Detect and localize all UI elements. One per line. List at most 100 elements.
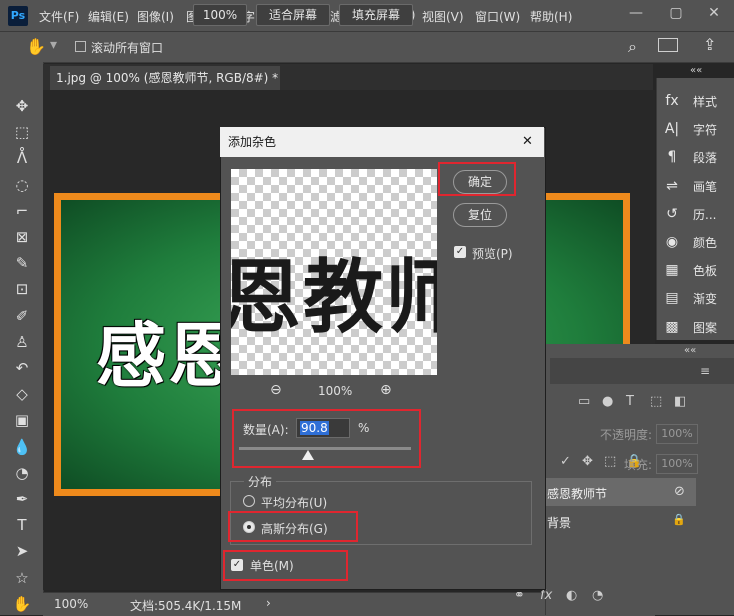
menu-item[interactable]: 图像(I) [137, 8, 174, 25]
panel-item[interactable]: ◉ 颜色 [663, 232, 729, 252]
preview-zoom-value: 100% [318, 384, 353, 398]
scroll-all-label: 滚动所有窗口 [91, 41, 164, 55]
quick-select-tool-icon[interactable]: ◌ [10, 175, 34, 195]
collapse-icon[interactable]: «« [690, 65, 702, 76]
panel-icon: ▦ [665, 262, 679, 279]
healing-tool-icon[interactable]: ⊡ [10, 279, 34, 299]
frame-tool-icon[interactable]: ⊠ [10, 227, 34, 247]
layer-effects-icon[interactable]: ⊘ [674, 484, 685, 499]
maximize-button[interactable]: ▢ [668, 5, 684, 21]
preview-text: 恩教师 [231, 251, 437, 344]
panel-item[interactable]: A| 字符 [663, 119, 729, 139]
ok-button[interactable]: 确定 [453, 170, 507, 194]
panel-item[interactable]: ▩ 图案 [663, 317, 729, 337]
layer-name: 感恩教师节 [547, 487, 608, 501]
status-doc-size: 文档:505.4K/1.15M [130, 599, 242, 613]
panel-label: 渐变 [693, 292, 718, 307]
menu-item[interactable]: 编辑(E) [88, 8, 129, 25]
panel-icon: ▩ [665, 318, 679, 335]
minimize-button[interactable]: — [628, 5, 644, 21]
panel-label: 样式 [693, 95, 718, 109]
dialog-close-button[interactable]: ✕ [522, 134, 533, 149]
fill-screen-button[interactable]: 填充屏幕 [339, 4, 413, 26]
collapse-icon[interactable]: «« [684, 345, 696, 356]
panel-label: 历... [693, 207, 717, 222]
blur-tool-icon[interactable]: 💧 [10, 437, 34, 457]
scroll-all-checkbox[interactable] [75, 41, 86, 52]
share-icon[interactable]: ⇪ [703, 35, 716, 54]
panel-label: 色板 [693, 264, 718, 279]
amount-unit: % [358, 421, 370, 435]
menu-item[interactable]: 视图(V) [422, 8, 464, 25]
zoom-field[interactable]: 100% [193, 4, 247, 26]
amount-slider-track[interactable] [239, 447, 411, 450]
status-arrow[interactable]: › [266, 596, 271, 610]
search-icon[interactable]: ⌕ [628, 37, 637, 57]
panel-item[interactable]: ▦ 色板 [663, 260, 729, 280]
move-tool-icon[interactable]: ✥ [10, 96, 34, 116]
panel-item[interactable]: fx 样式 [663, 91, 729, 111]
panel-label: 图案 [693, 320, 718, 335]
brush-tool-icon[interactable]: ✐ [10, 306, 34, 326]
hand-tool-icon[interactable]: ✋ [10, 594, 34, 614]
eyedropper-tool-icon[interactable]: ✎ [10, 253, 34, 273]
panel-icon: ¶ [667, 149, 677, 166]
menu-item[interactable]: 帮助(H) [530, 8, 572, 25]
gradient-tool-icon[interactable]: ▣ [10, 410, 34, 430]
amount-value: 90.8 [300, 421, 329, 435]
pen-tool-icon[interactable]: ✒ [10, 489, 34, 509]
gaussian-label: 高斯分布(G) [261, 522, 328, 536]
mono-label: 单色(M) [250, 559, 294, 573]
history-brush-tool-icon[interactable]: ↶ [10, 358, 34, 378]
menu-item[interactable]: 窗口(W) [475, 8, 520, 25]
dialog-preview[interactable]: 恩教师 [231, 169, 437, 375]
opacity-label: 不透明度: [600, 428, 653, 442]
opacity-field[interactable]: 100% [656, 424, 698, 444]
amount-slider-thumb[interactable] [301, 450, 314, 460]
uniform-label: 平均分布(U) [261, 496, 328, 510]
preview-label: 预览(P) [472, 247, 513, 261]
uniform-radio[interactable] [243, 495, 255, 507]
type-tool-icon[interactable]: T [10, 515, 34, 535]
marquee-tool-icon[interactable]: ⬚ [10, 122, 34, 142]
document-tab[interactable]: 1.jpg @ 100% (感恩教师节, RGB/8#) * [50, 66, 280, 90]
close-button[interactable]: ✕ [706, 5, 722, 21]
workspace-icon[interactable] [658, 38, 678, 52]
fill-label: 填充: [624, 458, 653, 472]
panel-item[interactable]: ▤ 渐变 [663, 288, 729, 308]
panel-item[interactable]: ⇌ 画笔 [663, 176, 729, 196]
stamp-tool-icon[interactable]: ♙ [10, 332, 34, 352]
fit-screen-button[interactable]: 适合屏幕 [256, 4, 330, 26]
chevron-down-icon[interactable]: ▾ [50, 37, 57, 53]
dialog-title: 添加杂色 [220, 127, 544, 157]
panel-menu-icon[interactable]: ≡ [700, 364, 710, 378]
layer-filter-icons[interactable]: ▭ ● T ⬚ ◧ [550, 392, 734, 416]
reset-button[interactable]: 复位 [453, 203, 507, 227]
hand-tool-icon[interactable]: ✋ [26, 37, 46, 56]
panel-icon: fx [665, 93, 679, 109]
status-zoom[interactable]: 100% [54, 597, 88, 611]
path-select-tool-icon[interactable]: ➤ [10, 541, 34, 561]
shape-tool-icon[interactable]: ☆ [10, 568, 34, 588]
zoom-out-icon[interactable]: ⊖ [270, 382, 282, 398]
eraser-tool-icon[interactable]: ◇ [10, 384, 34, 404]
panel-label: 画笔 [693, 179, 718, 194]
preview-checkbox[interactable]: ✓ [454, 246, 466, 258]
panel-label: 字符 [693, 123, 718, 138]
amount-input[interactable]: 90.8 [296, 418, 350, 438]
mono-checkbox[interactable]: ✓ [231, 559, 243, 571]
panel-item[interactable]: ↺ 历... [663, 204, 729, 224]
panel-icon: ◉ [665, 234, 679, 250]
dodge-tool-icon[interactable]: ◔ [10, 463, 34, 483]
panel-label: 段落 [693, 151, 718, 166]
fill-field[interactable]: 100% [656, 454, 698, 474]
panel-item[interactable]: ¶ 段落 [663, 147, 729, 167]
panel-label: 颜色 [693, 236, 718, 250]
layer-name: 背景 [547, 516, 572, 530]
lasso-tool-icon[interactable]: ᐰ [10, 148, 34, 168]
distribution-label: 分布 [244, 473, 277, 490]
zoom-in-icon[interactable]: ⊕ [380, 382, 392, 398]
menu-item[interactable]: 文件(F) [39, 8, 79, 25]
crop-tool-icon[interactable]: ⌐ [10, 201, 34, 221]
gaussian-radio[interactable] [243, 521, 255, 533]
